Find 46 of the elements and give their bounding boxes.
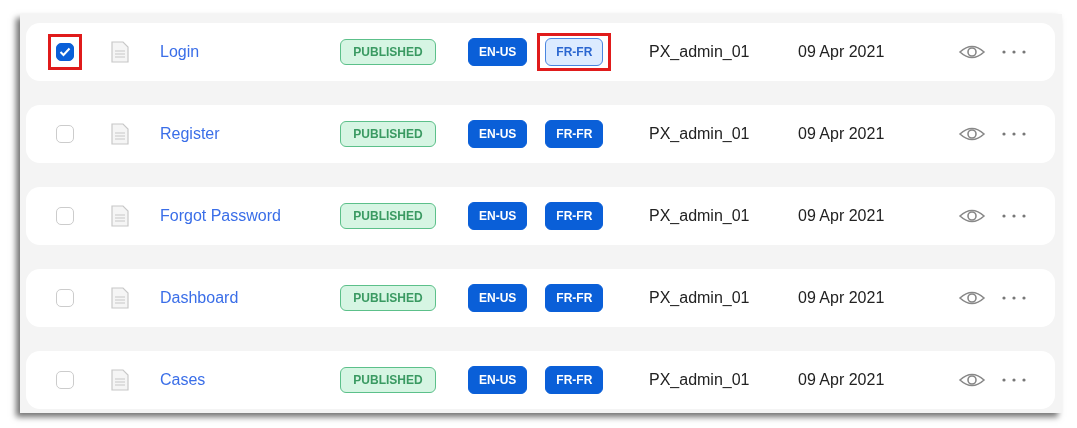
date-text: 09 Apr 2021	[798, 371, 886, 389]
more-options-icon[interactable]	[1002, 378, 1026, 382]
document-icon	[111, 205, 129, 227]
page-link[interactable]: Dashboard	[160, 289, 340, 307]
locale-button[interactable]: FR-FR	[545, 38, 604, 66]
locale-button[interactable]: EN-US	[468, 366, 528, 394]
locale-button[interactable]: FR-FR	[545, 366, 604, 394]
page-link[interactable]: Forgot Password	[160, 207, 340, 225]
status-badge: PUBLISHED	[340, 121, 436, 147]
eye-icon[interactable]	[958, 290, 986, 306]
author-text: PX_admin_01	[649, 125, 751, 143]
date-text: 09 Apr 2021	[798, 43, 886, 61]
author-text: PX_admin_01	[649, 207, 751, 225]
author-text: PX_admin_01	[649, 371, 751, 389]
document-icon	[111, 41, 129, 63]
document-icon	[111, 369, 129, 391]
page-link[interactable]: Register	[160, 125, 340, 143]
author-text: PX_admin_01	[649, 289, 751, 307]
more-options-icon[interactable]	[1002, 50, 1026, 54]
status-badge: PUBLISHED	[340, 367, 436, 393]
more-options-icon[interactable]	[1002, 296, 1026, 300]
locale-button[interactable]: FR-FR	[545, 120, 604, 148]
eye-icon[interactable]	[958, 208, 986, 224]
author-text: PX_admin_01	[649, 43, 751, 61]
locale-button[interactable]: FR-FR	[545, 284, 604, 312]
more-options-icon[interactable]	[1002, 132, 1026, 136]
date-text: 09 Apr 2021	[798, 207, 886, 225]
page-link[interactable]: Login	[160, 43, 340, 61]
document-icon	[111, 123, 129, 145]
checkbox[interactable]	[56, 43, 74, 61]
status-badge: PUBLISHED	[340, 285, 436, 311]
locale-button[interactable]: FR-FR	[545, 202, 604, 230]
eye-icon[interactable]	[958, 44, 986, 60]
eye-icon[interactable]	[958, 372, 986, 388]
status-badge: PUBLISHED	[340, 39, 436, 65]
locale-button[interactable]: EN-US	[468, 284, 528, 312]
date-text: 09 Apr 2021	[798, 125, 886, 143]
locale-button[interactable]: EN-US	[468, 120, 528, 148]
locale-button[interactable]: EN-US	[468, 202, 528, 230]
document-icon	[111, 287, 129, 309]
date-text: 09 Apr 2021	[798, 289, 886, 307]
page-link[interactable]: Cases	[160, 371, 340, 389]
eye-icon[interactable]	[958, 126, 986, 142]
locale-button[interactable]: EN-US	[468, 38, 528, 66]
status-badge: PUBLISHED	[340, 203, 436, 229]
more-options-icon[interactable]	[1002, 214, 1026, 218]
